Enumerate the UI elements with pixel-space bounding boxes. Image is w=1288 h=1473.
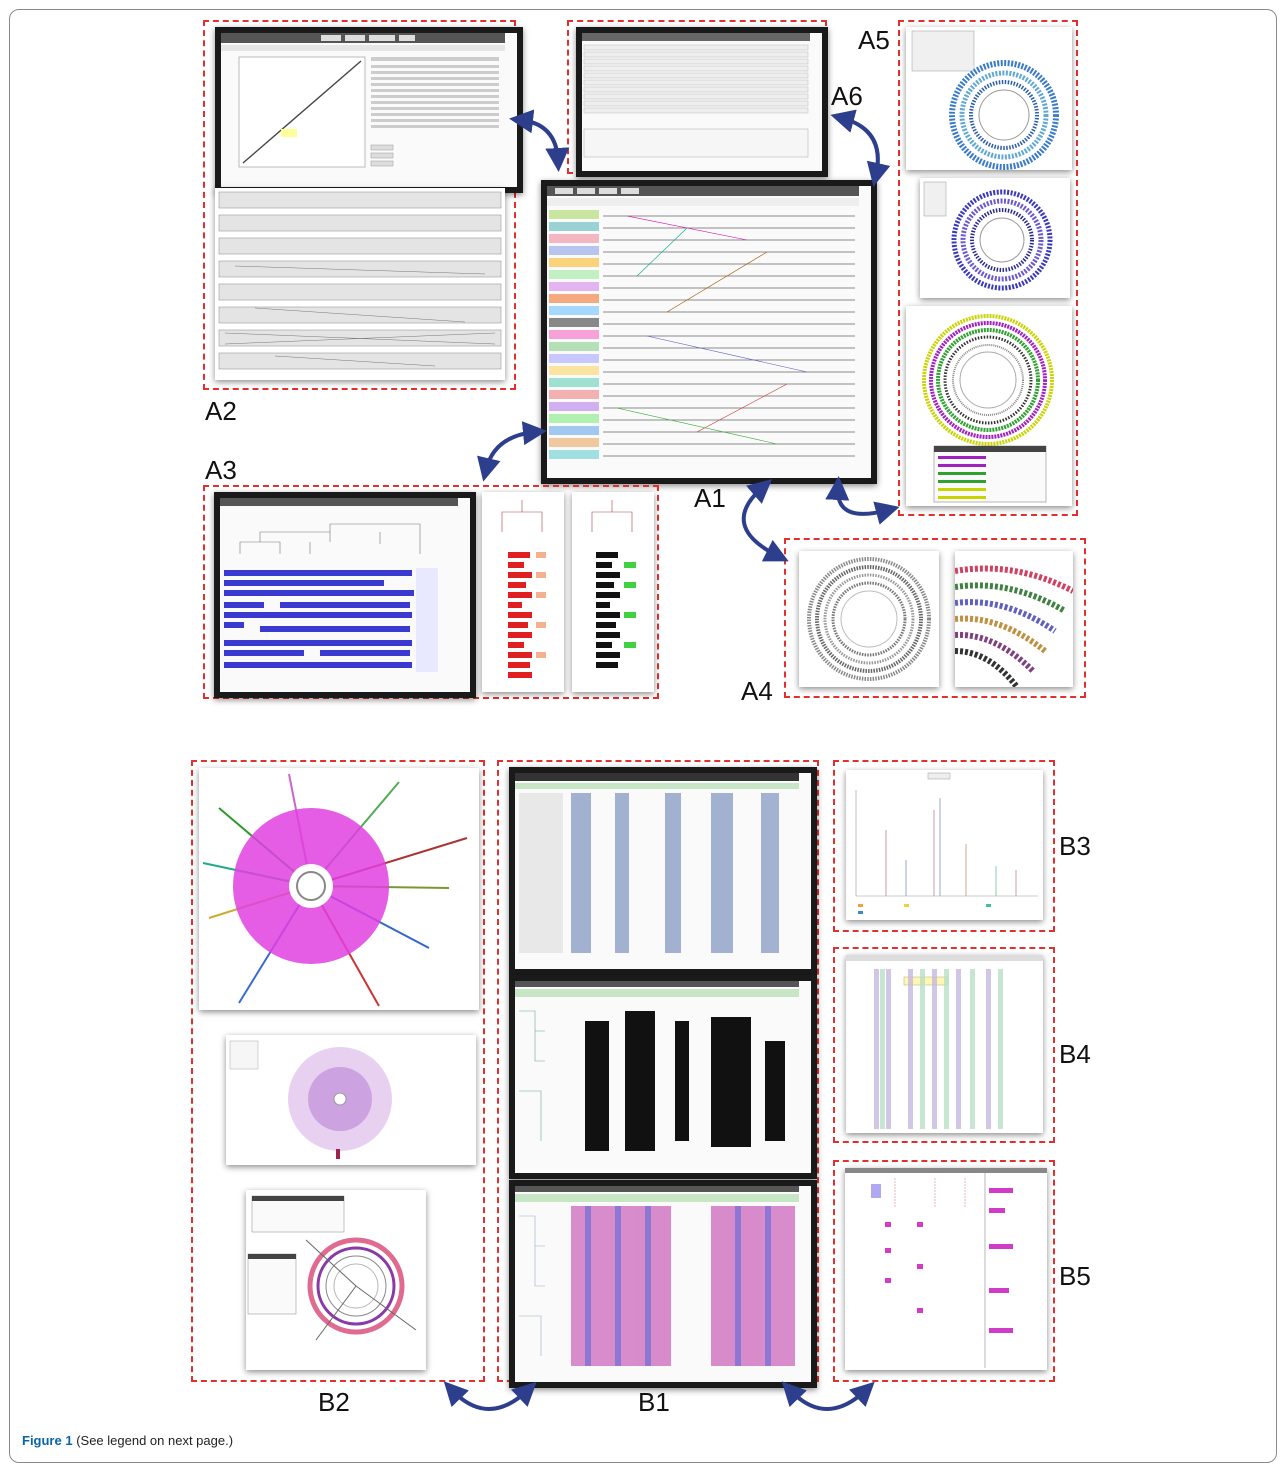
arrows-layer	[443, 109, 900, 1411]
label-a2: A2	[205, 396, 237, 426]
double-headed-curved-arrow-icon	[781, 1381, 875, 1411]
double-headed-curved-arrow-icon	[741, 479, 789, 562]
label-a5: A5	[858, 25, 890, 55]
double-headed-curved-arrow-icon	[443, 1381, 537, 1411]
double-headed-curved-arrow-icon	[830, 109, 891, 187]
figure-caption-title: Figure 1	[22, 1433, 73, 1448]
double-headed-curved-arrow-icon	[509, 109, 570, 172]
figure-caption-text: (See legend on next page.)	[72, 1433, 234, 1448]
label-b2: B2	[318, 1387, 350, 1417]
label-a3: A3	[205, 455, 237, 485]
label-b5: B5	[1059, 1261, 1091, 1291]
label-b1: B1	[638, 1387, 670, 1417]
label-b3: B3	[1059, 831, 1091, 861]
label-a1: A1	[694, 483, 726, 513]
label-a4: A4	[741, 676, 773, 706]
label-b4: B4	[1059, 1039, 1091, 1069]
figure-caption: Figure 1 (See legend on next page.)	[22, 1433, 233, 1448]
label-a6: A6	[831, 81, 863, 111]
double-headed-curved-arrow-icon	[477, 421, 547, 482]
double-headed-curved-arrow-icon	[825, 476, 900, 525]
